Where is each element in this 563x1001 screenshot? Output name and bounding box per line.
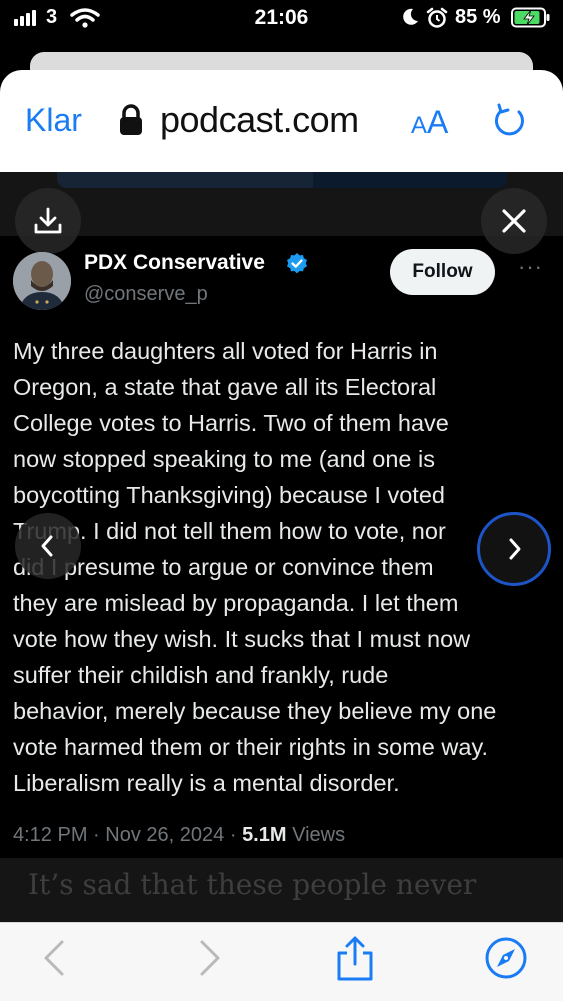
url-domain[interactable]: podcast.com xyxy=(160,99,359,141)
back-icon[interactable] xyxy=(34,934,78,982)
download-button[interactable] xyxy=(15,188,81,254)
text-size-small-label: A xyxy=(411,112,428,139)
tweet-time: 4:12 PM xyxy=(13,824,88,846)
moon-icon xyxy=(403,8,418,25)
article-text: It’s sad that these people never xyxy=(28,868,477,901)
meta-separator: · xyxy=(229,824,237,846)
battery-percent: 85 % xyxy=(455,6,501,28)
lock-icon xyxy=(120,104,142,135)
tweet-text: My three daughters all voted for Harris … xyxy=(13,338,497,796)
browser-bottom-toolbar xyxy=(0,922,563,1001)
more-options-icon[interactable]: ··· xyxy=(518,254,543,280)
page-header-strip-left xyxy=(57,172,313,188)
reload-icon[interactable] xyxy=(492,102,528,140)
compass-icon[interactable] xyxy=(484,934,528,982)
forward-icon[interactable] xyxy=(186,934,230,982)
follow-button[interactable]: Follow xyxy=(390,249,495,295)
verified-badge-icon xyxy=(287,253,307,274)
avatar[interactable] xyxy=(13,252,71,310)
share-icon[interactable] xyxy=(333,934,377,982)
next-image-button[interactable] xyxy=(477,512,551,586)
chevron-left-icon xyxy=(41,535,53,557)
close-icon xyxy=(502,209,526,233)
text-size-large-label: A xyxy=(427,104,449,140)
avatar-portrait xyxy=(13,252,71,310)
text-size-button[interactable]: AA xyxy=(411,104,448,141)
meta-separator: · xyxy=(93,824,100,846)
views-count: 5.1M xyxy=(242,824,287,846)
status-bar: 3 21:06 85 % xyxy=(0,0,563,40)
author-handle[interactable]: @conserve_p xyxy=(84,283,208,306)
alarm-icon xyxy=(426,7,448,28)
chevron-right-icon xyxy=(509,538,521,560)
done-button[interactable]: Klar xyxy=(25,102,82,139)
tweet-date: Nov 26, 2024 xyxy=(105,824,225,846)
tweet-meta: 4:12 PM · Nov 26, 2024 · 5.1M Views xyxy=(13,824,345,847)
views-label: Views xyxy=(292,824,346,846)
battery-charging-icon xyxy=(511,7,550,28)
download-icon xyxy=(34,207,62,234)
author-name[interactable]: PDX Conservative xyxy=(84,251,265,275)
close-button[interactable] xyxy=(481,188,547,254)
previous-image-button[interactable] xyxy=(15,513,81,579)
